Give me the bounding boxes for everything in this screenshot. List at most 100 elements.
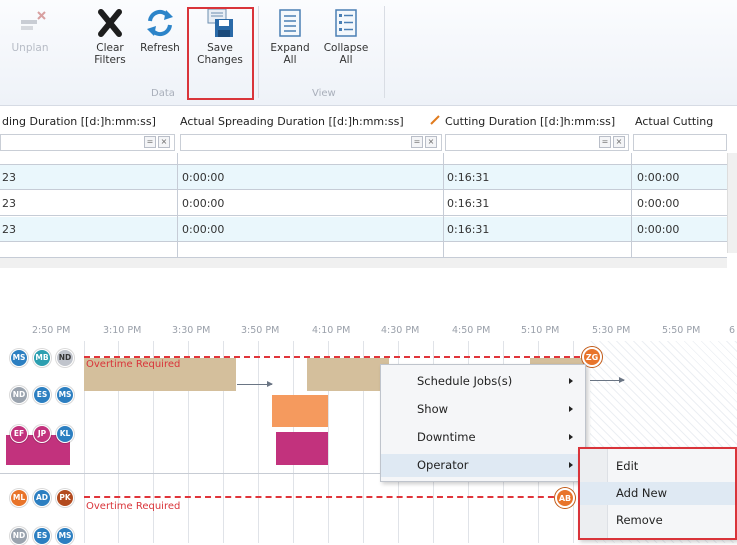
dependency-arrow <box>590 377 625 383</box>
menu-item-show[interactable]: Show <box>381 398 585 421</box>
pencil-icon <box>430 115 440 125</box>
filter-clear-icon[interactable]: × <box>613 136 625 148</box>
expand-all-button[interactable]: Expand All <box>266 6 314 66</box>
table-row[interactable]: 23 0:00:00 0:16:31 0:00:00 <box>0 217 727 242</box>
menu-item-label: Schedule Jobs(s) <box>417 374 513 388</box>
menu-item-label: Remove <box>616 513 663 527</box>
operator-avatar[interactable]: AD <box>33 489 51 507</box>
time-tick-label: 5:30 PM <box>592 325 631 336</box>
table-row[interactable] <box>0 243 727 258</box>
operator-avatar[interactable]: ML <box>10 489 28 507</box>
time-tick-label: 3:30 PM <box>172 325 211 336</box>
operator-badge[interactable]: AB <box>555 488 575 508</box>
filter-clear-icon[interactable]: × <box>158 136 170 148</box>
operator-avatar[interactable]: KL <box>56 425 74 443</box>
overtime-label: Overtime Required <box>86 359 181 370</box>
expand-all-label: Expand All <box>270 42 310 66</box>
operator-avatar[interactable]: PK <box>56 489 74 507</box>
filter-operator-icon[interactable]: = <box>599 136 611 148</box>
data-group-label: Data <box>151 88 175 99</box>
operator-avatar[interactable]: MB <box>33 349 51 367</box>
filter-clear-icon[interactable]: × <box>425 136 437 148</box>
operator-avatar[interactable]: JP <box>33 425 51 443</box>
submenu-item-add-new[interactable]: Add New <box>580 482 735 505</box>
menu-item-label: Add New <box>616 486 668 500</box>
ribbon-separator <box>258 6 259 98</box>
menu-item-schedule-jobs[interactable]: Schedule Jobs(s) <box>381 370 585 393</box>
save-changes-highlight <box>187 7 254 100</box>
unplan-button[interactable]: Unplan <box>6 6 54 54</box>
operator-submenu: Edit Add New Remove <box>578 447 737 540</box>
table-row[interactable]: 23 0:00:00 0:16:31 0:00:00 <box>0 191 727 216</box>
table-cell: 0:00:00 <box>637 223 680 236</box>
menu-item-downtime[interactable]: Downtime <box>381 426 585 449</box>
submenu-item-remove[interactable]: Remove <box>580 509 735 532</box>
refresh-button[interactable]: Refresh <box>136 6 184 54</box>
menu-item-operator[interactable]: Operator <box>381 454 585 477</box>
context-menu: Schedule Jobs(s) Show Downtime Operator <box>380 364 586 482</box>
column-header[interactable]: Actual Spreading Duration [[d:]h:mm:ss] <box>180 115 404 128</box>
submenu-arrow-icon <box>569 378 573 384</box>
column-header[interactable]: ding Duration [[d:]h:mm:ss] <box>2 115 156 128</box>
operator-avatar[interactable]: ND <box>10 386 28 404</box>
operator-avatar[interactable]: MS <box>10 349 28 367</box>
filter-input[interactable] <box>633 134 727 151</box>
operator-avatar[interactable]: ES <box>33 527 51 545</box>
time-tick-label: 2:50 PM <box>32 325 71 336</box>
job-bar[interactable] <box>276 432 328 465</box>
operator-avatar[interactable]: ES <box>33 386 51 404</box>
column-header[interactable]: Actual Cutting <box>635 115 713 128</box>
table-row[interactable]: 23 0:00:00 0:16:31 0:00:00 <box>0 165 727 190</box>
operator-avatar[interactable]: ND <box>10 527 28 545</box>
time-tick-label: 3:50 PM <box>241 325 280 336</box>
job-bar[interactable] <box>272 395 328 427</box>
table-cell: 0:16:31 <box>447 223 490 236</box>
horizontal-scrollbar[interactable] <box>0 258 727 268</box>
time-tick-label: 4:30 PM <box>381 325 420 336</box>
table-row[interactable] <box>0 153 727 165</box>
operator-avatar[interactable]: ND <box>56 349 74 367</box>
menu-item-label: Show <box>417 402 449 416</box>
submenu-arrow-icon <box>569 434 573 440</box>
collapse-all-icon <box>335 9 357 37</box>
dependency-arrow <box>237 381 273 387</box>
table-cell: 23 <box>2 223 16 236</box>
clear-filters-icon <box>98 9 122 37</box>
ribbon-separator <box>384 6 385 98</box>
time-tick-label: 6 <box>729 325 736 336</box>
collapse-all-label: Collapse All <box>323 42 369 66</box>
column-divider <box>177 153 178 258</box>
operator-avatar[interactable]: EF <box>10 425 28 443</box>
grid-line <box>258 341 259 543</box>
job-bar[interactable] <box>307 358 389 391</box>
menu-item-label: Operator <box>417 458 469 472</box>
collapse-all-button[interactable]: Collapse All <box>322 6 370 66</box>
filter-input[interactable] <box>180 134 442 151</box>
time-tick-label: 5:10 PM <box>521 325 560 336</box>
refresh-icon <box>147 9 173 37</box>
submenu-item-edit[interactable]: Edit <box>580 455 735 478</box>
vertical-scrollbar[interactable] <box>727 153 737 253</box>
clear-filters-button[interactable]: Clear Filters <box>86 6 134 66</box>
filter-operator-icon[interactable]: = <box>411 136 423 148</box>
table-cell: 0:16:31 <box>447 197 490 210</box>
table-cell: 0:00:00 <box>182 223 225 236</box>
filter-operator-icon[interactable]: = <box>144 136 156 148</box>
column-header[interactable]: Cutting Duration [[d:]h:mm:ss] <box>445 115 615 128</box>
table-cell: 23 <box>2 171 16 184</box>
operator-avatar[interactable]: MS <box>56 386 74 404</box>
refresh-label: Refresh <box>140 42 180 54</box>
submenu-arrow-icon <box>569 406 573 412</box>
operator-avatar[interactable]: MS <box>56 527 74 545</box>
column-divider <box>443 153 444 258</box>
menu-item-label: Downtime <box>417 430 476 444</box>
table-cell: 0:00:00 <box>182 197 225 210</box>
column-divider <box>631 153 632 258</box>
table-cell: 0:00:00 <box>637 197 680 210</box>
unplan-label: Unplan <box>11 42 49 54</box>
ribbon-toolbar: Unplan Clear Filters Refresh Save Change… <box>0 0 737 106</box>
time-tick-label: 3:10 PM <box>103 325 142 336</box>
time-tick-label: 5:50 PM <box>662 325 701 336</box>
time-tick-label: 4:10 PM <box>312 325 351 336</box>
overtime-line <box>84 496 564 498</box>
